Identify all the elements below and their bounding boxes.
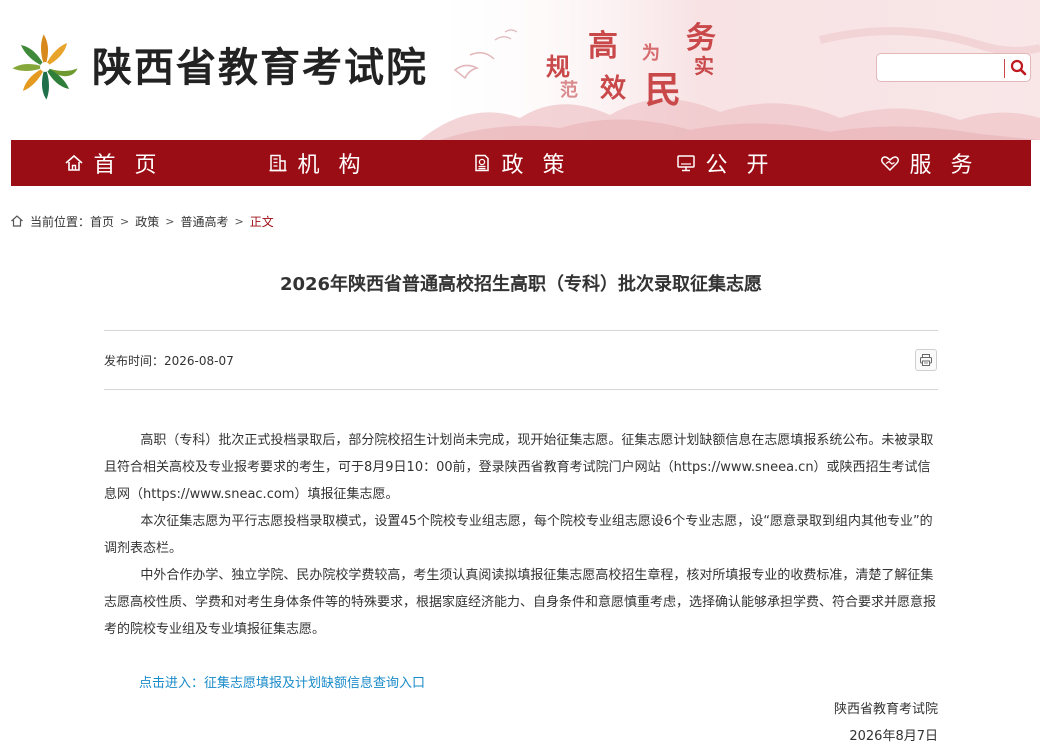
policy-document-icon (474, 154, 489, 172)
signature-organization: 陕西省教育考试院 (833, 702, 938, 717)
slogan-char: 为 (642, 43, 660, 64)
article-title: 2026年陕西省普通高校招生高职（专科）批次录取征集志愿 (279, 274, 763, 295)
slogan-char: 高 (588, 29, 618, 64)
breadcrumb-policy[interactable]: 政策 (135, 213, 159, 230)
nav-item-policy[interactable]: 政 策 (419, 140, 623, 186)
nav-item-label: 公 开 (705, 153, 775, 178)
heart-hand-icon (880, 156, 899, 172)
search-box (876, 53, 1031, 82)
search-icon[interactable] (1008, 57, 1029, 78)
meta-divider (104, 389, 938, 390)
slogan-char: 实 (694, 54, 714, 78)
article-paragraph: 本次征集志愿为平行志愿投档录取模式，设置45个院校专业组志愿，每个院校专业组志愿… (104, 514, 933, 556)
breadcrumb-prefix: 当前位置： (30, 214, 91, 229)
breadcrumb-separator: > (120, 214, 130, 228)
article-paragraph: 中外合作办学、独立学院、民办院校学费较高，考生须认真阅读拟填报征集志愿高校招生章… (104, 568, 937, 637)
monitor-icon (676, 155, 695, 172)
publish-date: 2026-08-07 (164, 354, 234, 368)
slogan-char: 规 (546, 52, 570, 81)
site-header: 陕西省教育考试院 高 规 为 务 实 范 效 民 (0, 0, 1040, 140)
nav-item-label: 政 策 (501, 153, 571, 178)
site-name[interactable]: 陕西省教育考试院 (92, 44, 428, 92)
article-paragraph: 高职（专科）批次正式投档录取后，部分院校招生计划尚未完成，现开始征集志愿。征集志… (104, 433, 934, 502)
search-input[interactable] (883, 57, 1001, 78)
publish-label: 发布时间： (104, 354, 165, 368)
nav-item-label: 首 页 (93, 153, 163, 178)
article-body: 高职（专科）批次正式投档录取后，部分院校招生计划尚未完成，现开始征集志愿。征集志… (104, 427, 938, 643)
title-divider (104, 330, 938, 331)
printer-icon (920, 354, 932, 366)
slogan-char: 范 (560, 80, 578, 101)
building-icon (269, 154, 286, 172)
pinwheel-logo-icon[interactable] (10, 32, 80, 102)
nav-item-label: 机 构 (297, 153, 367, 178)
volunteer-entry-link[interactable]: 点击进入：征集志愿填报及计划缺额信息查询入口 (139, 674, 425, 694)
breadcrumb-gaokao[interactable]: 普通高考 (180, 213, 228, 230)
breadcrumb: 当前位置： 首页 > 政策 > 普通高考 > 正文 (10, 212, 274, 230)
nav-item-label: 服 务 (909, 153, 979, 178)
nav-item-disclosure[interactable]: 公 开 (623, 140, 827, 186)
breadcrumb-separator: > (234, 214, 244, 228)
publish-info: 发布时间：2026-08-07 (104, 352, 234, 370)
breadcrumb-home[interactable]: 首页 (90, 213, 114, 230)
slogan-char: 务 (686, 21, 716, 56)
print-button[interactable] (915, 349, 937, 371)
slogan-char: 效 (600, 74, 627, 104)
breadcrumb-current: 正文 (249, 214, 274, 229)
slogan-char: 民 (645, 69, 682, 111)
search-divider (1004, 59, 1005, 78)
home-icon (64, 154, 83, 171)
nav-item-organization[interactable]: 机 构 (215, 140, 419, 186)
nav-item-service[interactable]: 服 务 (827, 140, 1031, 186)
nav-item-home[interactable]: 首 页 (11, 140, 215, 186)
signature-date: 2026年8月7日 (849, 729, 938, 744)
main-nav: 首 页 机 构 政 策 公 开 服 务 (11, 140, 1031, 186)
home-icon (11, 215, 23, 227)
breadcrumb-separator: > (165, 214, 175, 228)
